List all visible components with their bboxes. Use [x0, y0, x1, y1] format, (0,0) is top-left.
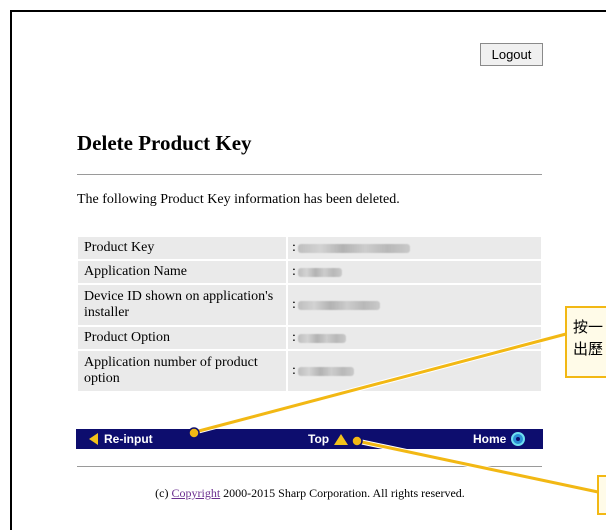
- annotation-callout: 按一 出歷: [565, 306, 606, 378]
- leader-dot-top: [351, 435, 363, 447]
- annotation-callout: [597, 475, 606, 515]
- leader-line-top: [356, 439, 599, 494]
- leader-line-reinput: [194, 332, 567, 434]
- leader-dot-reinput: [188, 427, 200, 439]
- annotation-leader-lines: [188, 331, 599, 495]
